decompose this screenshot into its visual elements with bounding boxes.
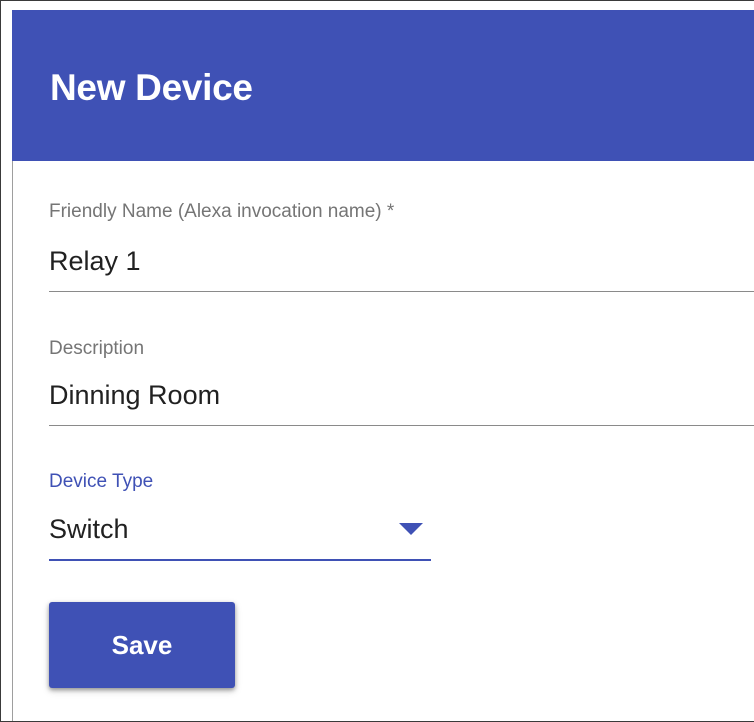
friendly-name-label: Friendly Name (Alexa invocation name) * xyxy=(49,201,395,222)
new-device-dialog: New Device Friendly Name (Alexa invocati… xyxy=(0,0,754,722)
description-underline xyxy=(49,425,754,426)
device-type-select[interactable]: Device Type Switch xyxy=(49,471,431,563)
friendly-name-field[interactable]: Friendly Name (Alexa invocation name) * … xyxy=(49,201,754,293)
device-type-underline xyxy=(49,559,431,561)
device-type-value[interactable]: Switch xyxy=(49,513,129,545)
friendly-name-underline xyxy=(49,291,754,292)
triangle-down-icon[interactable] xyxy=(399,523,423,535)
description-input[interactable]: Dinning Room xyxy=(49,379,220,411)
description-label: Description xyxy=(49,338,145,359)
device-type-label: Device Type xyxy=(49,471,154,492)
page-title: New Device xyxy=(50,67,253,108)
save-button[interactable]: Save xyxy=(49,602,235,688)
description-field[interactable]: Description Dinning Room xyxy=(49,338,754,428)
friendly-name-input[interactable]: Relay 1 xyxy=(49,245,141,277)
app-bar: New Device xyxy=(12,10,754,161)
left-border xyxy=(12,161,13,721)
